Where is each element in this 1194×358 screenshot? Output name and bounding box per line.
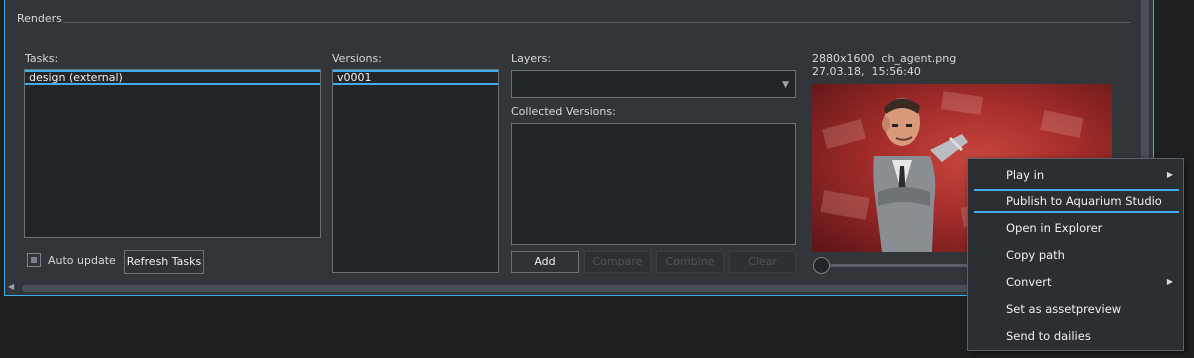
preview-info-line1: 2880x1600 ch_agent.png bbox=[812, 52, 956, 65]
menu-item-label: Send to dailies bbox=[1006, 329, 1091, 343]
group-title: Renders bbox=[17, 12, 62, 25]
collected-versions-list[interactable] bbox=[511, 123, 796, 245]
menu-item-label: Copy path bbox=[1006, 248, 1065, 262]
collected-versions-label: Collected Versions: bbox=[511, 105, 616, 118]
menu-item-label: Play in bbox=[1006, 168, 1045, 182]
auto-update-label: Auto update bbox=[48, 254, 116, 267]
compare-button[interactable]: Compare bbox=[584, 251, 651, 273]
scroll-left-icon[interactable]: ◀ bbox=[8, 282, 14, 291]
preview-resolution: 2880x1600 bbox=[812, 52, 875, 65]
submenu-arrow-icon: ▶ bbox=[1166, 170, 1173, 179]
preview-date: 27.03.18, bbox=[812, 65, 865, 78]
refresh-tasks-button[interactable]: Refresh Tasks bbox=[124, 250, 204, 274]
scrollbar-thumb[interactable] bbox=[22, 285, 970, 292]
chevron-down-icon: ▼ bbox=[782, 80, 789, 90]
menu-item-convert[interactable]: Convert ▶ bbox=[974, 270, 1179, 294]
versions-list[interactable]: v0001 bbox=[332, 69, 499, 273]
tasks-list[interactable]: design (external) bbox=[24, 69, 321, 238]
menu-item-label: Open in Explorer bbox=[1006, 221, 1103, 235]
preview-filename: ch_agent.png bbox=[881, 52, 957, 65]
preview-info-line2: 27.03.18, 15:56:40 bbox=[812, 65, 921, 78]
layers-dropdown[interactable]: ▼ bbox=[511, 70, 796, 98]
checkbox-indicator bbox=[31, 257, 37, 263]
list-item[interactable]: design (external) bbox=[25, 70, 320, 85]
menu-item-set-assetpreview[interactable]: Set as assetpreview bbox=[974, 297, 1179, 321]
tasks-label: Tasks: bbox=[25, 52, 59, 65]
menu-item-play-in[interactable]: Play in ▶ bbox=[974, 163, 1179, 187]
layers-label: Layers: bbox=[511, 52, 552, 65]
horizontal-scrollbar[interactable]: ◀ bbox=[8, 282, 970, 293]
frame-slider-handle[interactable] bbox=[813, 257, 830, 274]
clear-button[interactable]: Clear bbox=[729, 251, 796, 273]
menu-item-publish-aquarium[interactable]: Publish to Aquarium Studio bbox=[974, 189, 1179, 213]
preview-time: 15:56:40 bbox=[871, 65, 921, 78]
menu-item-label: Convert bbox=[1006, 275, 1052, 289]
menu-item-label: Publish to Aquarium Studio bbox=[1006, 194, 1162, 208]
menu-item-open-explorer[interactable]: Open in Explorer bbox=[974, 216, 1179, 240]
add-button[interactable]: Add bbox=[511, 251, 579, 273]
list-item[interactable]: v0001 bbox=[333, 70, 498, 85]
context-menu: Play in ▶ Publish to Aquarium Studio Ope… bbox=[967, 158, 1184, 351]
menu-item-copy-path[interactable]: Copy path bbox=[974, 243, 1179, 267]
auto-update-checkbox[interactable] bbox=[27, 253, 41, 267]
menu-item-label: Set as assetpreview bbox=[1006, 302, 1122, 316]
frame-slider-track[interactable] bbox=[830, 264, 970, 267]
submenu-arrow-icon: ▶ bbox=[1166, 277, 1173, 286]
group-divider bbox=[63, 22, 1130, 23]
menu-item-send-dailies[interactable]: Send to dailies bbox=[974, 324, 1179, 348]
combine-button[interactable]: Combine bbox=[656, 251, 724, 273]
versions-label: Versions: bbox=[332, 52, 382, 65]
